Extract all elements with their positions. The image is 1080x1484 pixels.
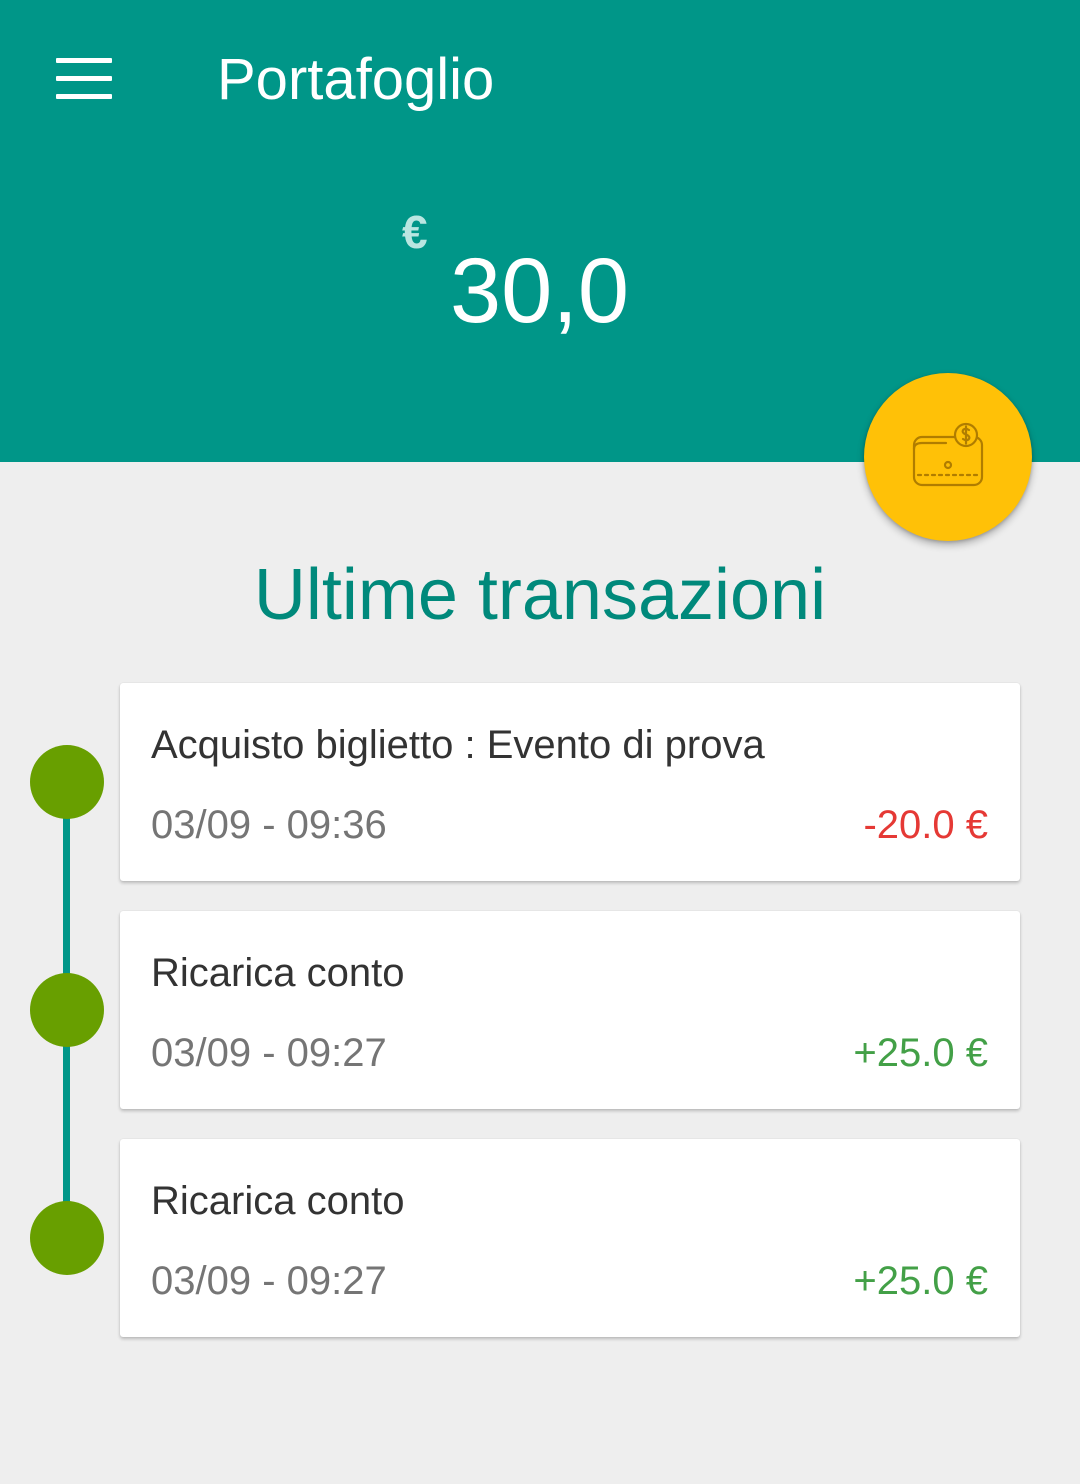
transaction-amount: +25.0 € xyxy=(853,1031,988,1075)
transaction-card[interactable]: Acquisto biglietto : Evento di prova 03/… xyxy=(120,683,1020,881)
menu-icon-bar-1 xyxy=(56,57,112,63)
transaction-date: 03/09 - 09:27 xyxy=(151,1259,387,1303)
timeline-dot xyxy=(30,1201,104,1275)
page-title: Portafoglio xyxy=(217,47,495,112)
timeline-dot xyxy=(30,745,104,819)
transaction-title: Ricarica conto xyxy=(151,1179,405,1223)
wallet-fab-button[interactable] xyxy=(864,373,1032,541)
menu-icon-bar-3 xyxy=(56,93,112,99)
transaction-date: 03/09 - 09:27 xyxy=(151,1031,387,1075)
transaction-date: 03/09 - 09:36 xyxy=(151,803,387,847)
timeline-dot xyxy=(30,973,104,1047)
transaction-card[interactable]: Ricarica conto 03/09 - 09:27 +25.0 € xyxy=(120,911,1020,1109)
wallet-screen: Portafoglio € 30,0 Ultime transazioni Ac… xyxy=(0,0,1080,1484)
wallet-icon xyxy=(912,422,984,487)
transaction-title: Acquisto biglietto : Evento di prova xyxy=(151,723,765,767)
wallet-balance: 30,0 xyxy=(450,240,630,342)
menu-button[interactable] xyxy=(40,40,128,116)
currency-symbol: € xyxy=(402,206,428,258)
transaction-amount: +25.0 € xyxy=(853,1259,988,1303)
menu-icon-bar-2 xyxy=(56,75,112,81)
transaction-card[interactable]: Ricarica conto 03/09 - 09:27 +25.0 € xyxy=(120,1139,1020,1337)
transaction-amount: -20.0 € xyxy=(863,803,988,847)
transaction-title: Ricarica conto xyxy=(151,951,405,995)
transactions-heading: Ultime transazioni xyxy=(253,555,827,635)
